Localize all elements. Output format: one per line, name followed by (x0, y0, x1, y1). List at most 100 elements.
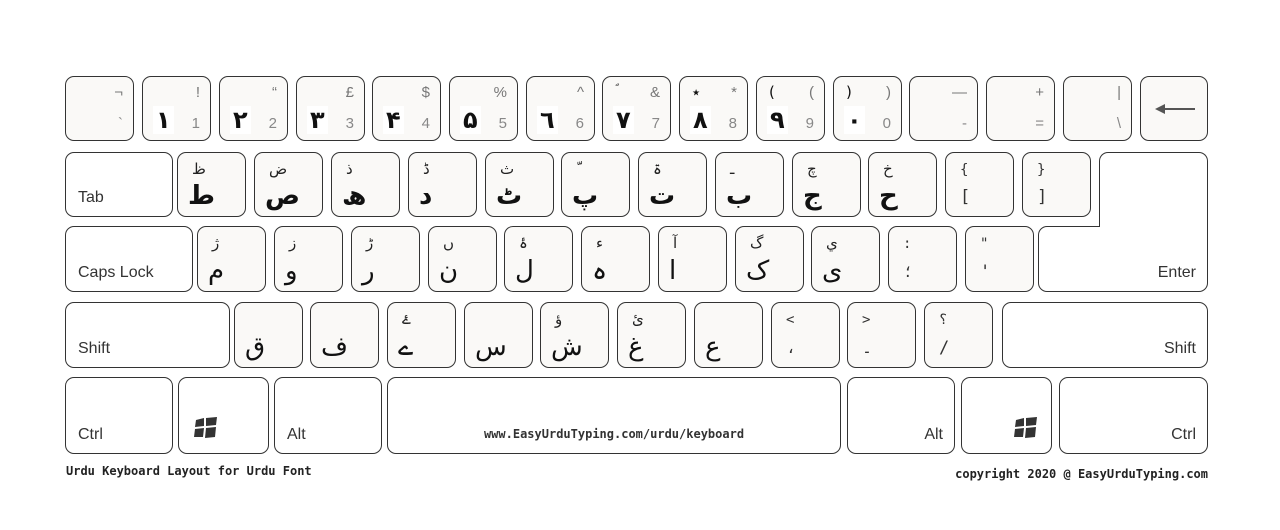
main-char: م (208, 256, 225, 286)
key-bottom-9[interactable]: ؟ / (924, 302, 993, 368)
urdu-digit: ۰ (844, 106, 865, 134)
english-char: - (962, 115, 967, 132)
key-top-8[interactable]: چج (792, 152, 861, 217)
key-top-1[interactable]: ضص (254, 152, 323, 217)
shift-char: ۃ (653, 160, 662, 178)
caps-lock-label: Caps Lock (78, 264, 154, 281)
key-bottom-8[interactable]: > ۔ (847, 302, 916, 368)
main-char: [ (960, 187, 971, 207)
shift-char: ؤ (555, 310, 563, 328)
left-ctrl-key[interactable]: Ctrl (65, 377, 173, 454)
key-9[interactable]: (9 ۹ ( (756, 76, 825, 141)
key-bottom-0[interactable]: ق (234, 302, 303, 368)
english-char: 3 (345, 115, 354, 132)
key-home-10[interactable]: " ' (965, 226, 1034, 292)
main-char: ۔ (862, 338, 872, 358)
key-top-0[interactable]: ظط (177, 152, 246, 217)
key-home-5[interactable]: ءہ (581, 226, 650, 292)
shift-char: آ (673, 234, 678, 252)
main-char: ' (980, 262, 991, 282)
key-home-4[interactable]: ۂل (504, 226, 573, 292)
main-char: ھ (342, 181, 367, 211)
shift-char: ـ (730, 160, 735, 178)
key-bottom-1[interactable]: ف (310, 302, 379, 368)
main-char: / (939, 338, 950, 358)
key-top-3[interactable]: ڈد (408, 152, 477, 217)
urdu-digit: ۲ (230, 106, 251, 134)
key-7[interactable]: &7۷ؐ (602, 76, 671, 141)
key-home-1[interactable]: زو (274, 226, 343, 292)
key-4[interactable]: $4 ۴ (372, 76, 441, 141)
shift-char: چ (807, 160, 817, 178)
left-windows-key[interactable] (178, 377, 269, 454)
english-char: ` (118, 115, 123, 132)
key-bottom-7[interactable]: < ، (771, 302, 840, 368)
key-home-7[interactable]: گک (735, 226, 804, 292)
key-top-4[interactable]: ثٹ (485, 152, 554, 217)
key-bottom-3[interactable]: س (464, 302, 533, 368)
tab-key[interactable]: Tab (65, 152, 173, 217)
key-home-0[interactable]: ژم (197, 226, 266, 292)
main-char: ] (1037, 187, 1048, 207)
right-windows-key[interactable] (961, 377, 1052, 454)
key-top-5[interactable]: ّپ (561, 152, 630, 217)
key-8[interactable]: * 8 ۸ ٭ (679, 76, 748, 141)
shift-char: ي (826, 234, 838, 252)
main-char: ع (705, 332, 721, 362)
shift-char: ¬ (114, 84, 123, 101)
key-top-6[interactable]: ۃت (638, 152, 707, 217)
left-shift-key[interactable]: Shift (65, 302, 230, 368)
key-home-9[interactable]: : ؛ (888, 226, 957, 292)
caps-lock-key[interactable]: Caps Lock (65, 226, 193, 292)
key-top-10[interactable]: {[ (945, 152, 1014, 217)
key-bottom-5[interactable]: ئغ (617, 302, 686, 368)
space-bar[interactable]: www.EasyUrduTyping.com/urdu/keyboard (387, 377, 841, 454)
urdu-shift-char: ) (846, 83, 852, 101)
key-backtick[interactable]: ¬ ` (65, 76, 134, 141)
key-equals[interactable]: + = (986, 76, 1055, 141)
main-char: ط (188, 181, 216, 211)
enter-key-upper[interactable] (1099, 152, 1208, 232)
key-bottom-4[interactable]: ؤش (540, 302, 609, 368)
key-3[interactable]: £3 ۳ (296, 76, 365, 141)
key-bottom-2[interactable]: ۓے (387, 302, 456, 368)
right-shift-key[interactable]: Shift (1002, 302, 1208, 368)
shift-char: ئ (632, 310, 644, 328)
shift-char: ء (596, 234, 604, 252)
key-home-6[interactable]: آا (658, 226, 727, 292)
windows-logo-icon (1014, 417, 1038, 439)
key-bottom-6[interactable]: ع (694, 302, 763, 368)
main-char: ، (786, 338, 797, 358)
key-home-3[interactable]: ںن (428, 226, 497, 292)
right-alt-key[interactable]: Alt (847, 377, 955, 454)
backspace-key[interactable] (1140, 76, 1208, 141)
english-char: 1 (191, 115, 200, 132)
urdu-digit: ۳ (307, 106, 328, 134)
shift-char: £ (345, 84, 354, 101)
shift-char: } (1037, 162, 1046, 178)
shift-char: ث (500, 160, 515, 178)
key-top-9[interactable]: خح (868, 152, 937, 217)
shift-char: ۂ (519, 234, 528, 252)
key-home-2[interactable]: ڑر (351, 226, 420, 292)
key-top-11[interactable]: }] (1022, 152, 1091, 217)
key-2[interactable]: “ 2 ۲ (219, 76, 288, 141)
shift-char: * (731, 84, 737, 101)
key-minus[interactable]: — - (909, 76, 978, 141)
key-1[interactable]: ! 1 ۱ (142, 76, 211, 141)
shift-char: ! (195, 84, 200, 101)
left-alt-key[interactable]: Alt (274, 377, 382, 454)
main-char: ک (746, 256, 770, 286)
enter-key[interactable]: Enter (1038, 226, 1208, 292)
key-0[interactable]: ) 0 ۰) (833, 76, 902, 141)
key-5[interactable]: % 5 ۵ (449, 76, 518, 141)
key-backslash[interactable]: | \ (1063, 76, 1132, 141)
key-top-7[interactable]: ـب (715, 152, 784, 217)
right-ctrl-key[interactable]: Ctrl (1059, 377, 1208, 454)
key-home-8[interactable]: يی (811, 226, 880, 292)
key-6[interactable]: ^ 6 ٦ (526, 76, 595, 141)
key-top-2[interactable]: ذھ (331, 152, 400, 217)
shift-char: ژ (212, 234, 220, 252)
enter-joint (1100, 224, 1207, 229)
shift-char: ز (289, 234, 297, 252)
